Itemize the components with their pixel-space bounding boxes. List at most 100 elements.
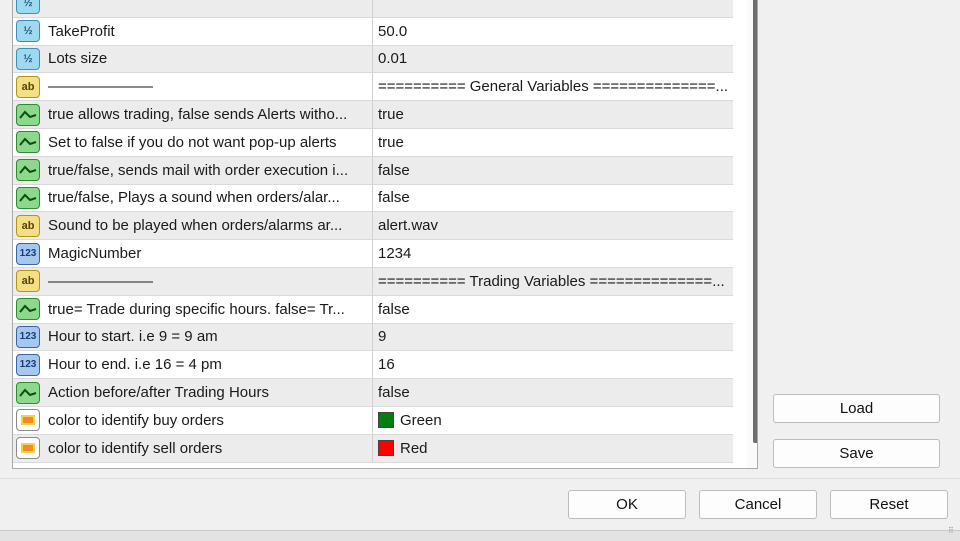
bool-icon [16,103,40,126]
parameter-name-cell: 123 Hour to end. i.e 16 = 4 pm [13,351,373,379]
table-row[interactable]: color to identify buy orders Green [13,406,733,435]
parameter-value-cell[interactable]: false [373,379,733,406]
parameter-value-cell[interactable]: Red [373,435,733,462]
parameter-value-cell[interactable]: ========== Trading Variables ===========… [373,268,733,295]
parameter-value-cell[interactable]: 1234 [373,240,733,267]
color-swatch[interactable] [378,412,394,429]
color-swatch[interactable] [378,440,394,457]
parameter-value: false [378,384,410,402]
icon-glyph: ab [21,80,35,93]
scrollbar-thumb[interactable] [753,0,757,443]
parameter-value-cell[interactable]: ========== General Variables ===========… [373,73,733,100]
table-row[interactable]: ½ TakeProfit 50.0 [13,17,733,46]
parameter-name-cell: Action before/after Trading Hours [13,379,373,406]
table-row[interactable]: ab ——————— ========== Trading Variables ==… [13,267,733,296]
parameter-name-cell: ½ TakeProfit [13,17,373,45]
parameter-name: Action before/after Trading Hours [48,384,269,402]
inputs-table: ½ ½ TakeProfit 50.0 ½ Lots size 0.01 ab ——————— =… [13,0,733,463]
parameter-value: false [378,189,410,207]
parameter-value-cell[interactable] [373,0,733,17]
parameter-value-cell[interactable]: 9 [373,324,733,351]
parameter-value-cell[interactable]: Green [373,407,733,434]
parameter-name: Hour to end. i.e 16 = 4 pm [48,356,222,374]
parameter-value-cell[interactable]: false [373,296,733,323]
parameter-name-cell: true/false, sends mail with order execut… [13,156,373,184]
parameter-name-cell: ½ Lots size [13,45,373,73]
parameter-value-cell[interactable]: false [373,185,733,212]
parameter-value-cell[interactable]: alert.wav [373,212,733,239]
parameter-name: true/false, Plays a sound when orders/al… [48,189,340,207]
parameter-value: false [378,300,410,318]
table-row[interactable]: true/false, Plays a sound when orders/al… [13,184,733,213]
reset-button[interactable]: Reset [830,490,948,519]
table-row[interactable]: true= Trade during specific hours. false… [13,295,733,324]
half-icon: ½ [16,20,40,43]
int-icon: 123 [16,325,40,348]
save-button[interactable]: Save [773,439,940,468]
parameter-value: 16 [378,356,395,374]
parameter-name: TakeProfit [48,22,115,40]
parameter-value: Red [400,439,428,457]
icon-glyph: 123 [19,248,37,260]
half-icon: ½ [16,47,40,70]
parameter-name-cell: color to identify buy orders [13,406,373,434]
table-row[interactable]: Action before/after Trading Hours false [13,379,733,407]
parameter-name-cell: true/false, Plays a sound when orders/al… [13,184,373,212]
table-row[interactable]: color to identify sell orders Red [13,434,733,463]
table-row[interactable]: ½ Lots size 0.01 [13,45,733,74]
icon-glyph: ½ [23,25,33,38]
table-row[interactable]: true allows trading, false sends Alerts … [13,101,733,129]
parameter-value: ========== General Variables ===========… [378,78,729,96]
table-row[interactable]: true/false, sends mail with order execut… [13,156,733,185]
parameter-name-cell: 123 Hour to start. i.e 9 = 9 am [13,323,373,351]
parameter-value-cell[interactable]: 16 [373,351,733,378]
parameter-value: true [378,106,404,124]
parameter-name: true= Trade during specific hours. false… [48,300,345,318]
table-row[interactable]: 123 Hour to end. i.e 16 = 4 pm 16 [13,351,733,380]
ab-icon: ab [16,270,40,293]
parameter-name-cell: ab ——————— [13,267,373,295]
parameter-value: 0.01 [378,50,408,68]
table-row[interactable]: ½ [13,0,733,18]
parameter-value-cell[interactable]: false [373,157,733,184]
table-row[interactable]: ab ——————— ========== General Variables ==… [13,73,733,102]
table-row[interactable]: 123 MagicNumber 1234 [13,240,733,268]
ab-icon: ab [16,214,40,237]
parameter-name: true allows trading, false sends Alerts … [48,106,348,124]
parameter-value-cell[interactable]: true [373,101,733,128]
parameter-name: Set to false if you do not want pop-up a… [48,133,337,151]
icon-glyph: ½ [23,52,33,65]
parameter-name-cell: Set to false if you do not want pop-up a… [13,128,373,156]
bool-icon [16,381,40,404]
parameter-value-cell[interactable]: 0.01 [373,46,733,73]
parameter-name: Lots size [48,50,108,68]
bool-icon [16,131,40,154]
divider [0,478,960,479]
parameter-value: ========== Trading Variables ===========… [378,272,725,290]
parameter-name: color to identify sell orders [48,439,223,457]
ab-icon: ab [16,75,40,98]
icon-glyph: 123 [19,331,37,343]
color-icon [16,409,40,432]
parameter-name-cell: 123 MagicNumber [13,240,373,267]
table-row[interactable]: ab Sound to be played when orders/alarms … [13,212,733,241]
ok-button[interactable]: OK [568,490,686,519]
parameter-value-cell[interactable]: 50.0 [373,18,733,45]
load-button[interactable]: Load [773,394,940,423]
table-row[interactable]: 123 Hour to start. i.e 9 = 9 am 9 [13,323,733,352]
bottom-strip [0,530,960,541]
resize-grip-icon[interactable]: ⠿ [948,527,958,538]
parameter-value: 1234 [378,245,412,263]
int-icon: 123 [16,242,40,265]
parameter-name: true/false, sends mail with order execut… [48,161,349,179]
parameter-value: true [378,133,404,151]
icon-glyph: ½ [23,0,33,10]
parameter-name-cell: ab Sound to be played when orders/alarms … [13,212,373,240]
parameter-name: MagicNumber [48,245,142,263]
parameter-name: color to identify buy orders [48,411,224,429]
parameter-value-cell[interactable]: true [373,129,733,156]
cancel-button[interactable]: Cancel [699,490,817,519]
parameter-name-cell: ab ——————— [13,73,373,101]
parameter-value: Green [400,411,442,429]
table-row[interactable]: Set to false if you do not want pop-up a… [13,128,733,157]
